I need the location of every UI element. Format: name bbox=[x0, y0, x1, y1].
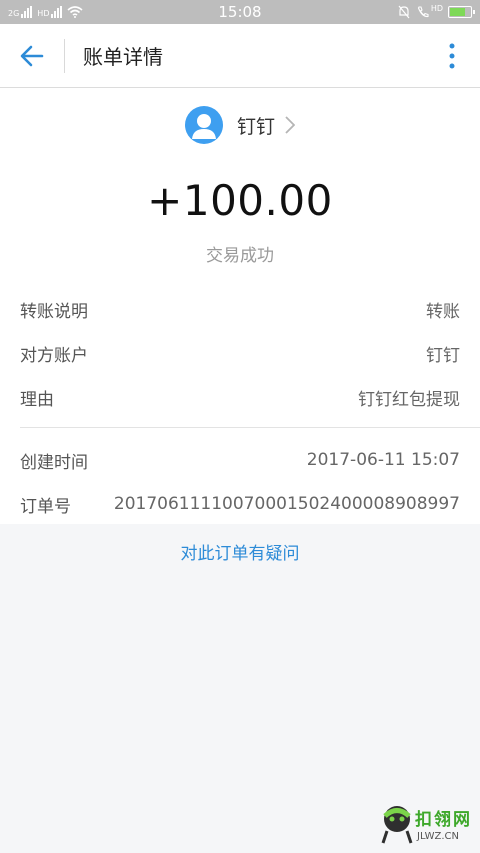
more-vertical-icon bbox=[449, 43, 455, 68]
payee-name: 钉钉 bbox=[236, 115, 275, 138]
more-button[interactable] bbox=[424, 24, 480, 88]
meta-label: 订单号 bbox=[20, 496, 71, 517]
status-right: HD bbox=[397, 3, 475, 19]
silent-icon bbox=[398, 5, 410, 19]
watermark-sub: JLWZ.CN bbox=[417, 831, 459, 842]
status-left: 2G HD bbox=[8, 6, 84, 18]
meta-row: 创建时间 2017-06-11 15:07 bbox=[20, 445, 460, 475]
signal-icon: 2G bbox=[8, 6, 33, 18]
detail-value: 转账 bbox=[426, 301, 460, 322]
hd-label: HD bbox=[430, 3, 443, 13]
detail-label: 理由 bbox=[20, 389, 54, 410]
watermark-logo: 扣翎网 JLWZ.CN bbox=[377, 799, 472, 849]
header-divider bbox=[64, 38, 65, 73]
meta-value: 2017-06-11 15:07 bbox=[306, 450, 460, 470]
page-title: 账单详情 bbox=[83, 45, 163, 69]
detail-label: 转账说明 bbox=[20, 301, 88, 322]
user-avatar-icon bbox=[184, 106, 223, 144]
detail-value: 钉钉 bbox=[426, 345, 460, 366]
divider bbox=[20, 427, 480, 428]
sim2-tag: HD bbox=[37, 9, 50, 18]
detail-value: 钉钉红包提现 bbox=[358, 389, 460, 410]
arrow-left-icon bbox=[20, 45, 44, 66]
detail-label: 对方账户 bbox=[20, 345, 88, 366]
back-button[interactable] bbox=[0, 24, 64, 88]
amount: +100.00 bbox=[147, 176, 333, 225]
meta-label: 创建时间 bbox=[20, 452, 88, 473]
call-hd-icon bbox=[417, 6, 429, 18]
bill-detail-card: 钉钉 +100.00 交易成功 转账说明 转账 对方账户 钉钉 理由 钉钉红包提… bbox=[0, 88, 480, 524]
transaction-status: 交易成功 bbox=[206, 246, 274, 266]
detail-row: 转账说明 转账 bbox=[20, 294, 460, 324]
order-question-link[interactable]: 对此订单有疑问 bbox=[0, 539, 480, 564]
order-number: 20170611110070001502400008908997 bbox=[113, 494, 460, 514]
wifi-icon bbox=[67, 6, 84, 18]
battery-icon bbox=[448, 6, 475, 18]
status-bar: 2G HD 15:08 HD bbox=[0, 0, 480, 24]
signal-icon-2: HD bbox=[37, 6, 63, 18]
detail-row: 理由 钉钉红包提现 bbox=[20, 382, 460, 412]
chevron-right-icon bbox=[285, 116, 295, 134]
app-header: 账单详情 bbox=[0, 24, 480, 88]
sim1-tag: 2G bbox=[8, 9, 20, 18]
payee-link[interactable]: 钉钉 bbox=[0, 104, 480, 146]
meta-row: 订单号 20170611110070001502400008908997 bbox=[20, 489, 460, 519]
watermark-text: 扣翎网 bbox=[415, 810, 472, 830]
detail-row: 对方账户 钉钉 bbox=[20, 338, 460, 368]
